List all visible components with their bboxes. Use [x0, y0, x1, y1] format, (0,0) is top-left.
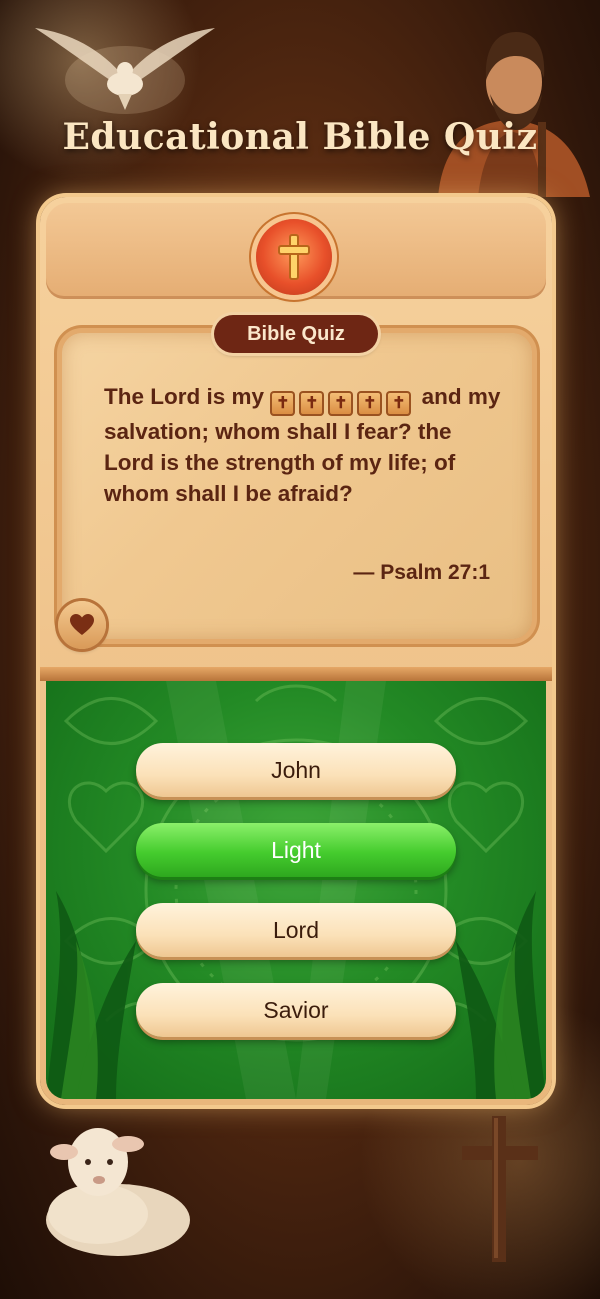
quiz-badge: Bible Quiz [214, 315, 378, 353]
panel-divider [40, 667, 552, 681]
verse-text-start: The Lord is my [104, 384, 265, 409]
quiz-card: Bible Quiz The Lord is my ✝ ✝ ✝ ✝ ✝ and my s… [40, 197, 552, 1105]
apostle-figure-illustration [438, 32, 590, 197]
answer-button-john[interactable]: John [136, 743, 456, 797]
wooden-cross-illustration [462, 1116, 538, 1262]
cross-icon [278, 234, 310, 280]
answer-button-light[interactable]: Light [136, 823, 456, 877]
verse-reference: — Psalm 27:1 [353, 561, 490, 584]
blank-letter-tile: ✝ [270, 391, 296, 416]
blank-letter-tile: ✝ [357, 391, 383, 416]
dove-illustration [35, 28, 215, 114]
verse-text: The Lord is my ✝ ✝ ✝ ✝ ✝ and my salvation; w… [104, 381, 504, 509]
blank-letter-tile: ✝ [386, 391, 412, 416]
blank-letter-tile: ✝ [299, 391, 325, 416]
app-title: Educational Bible Quiz [62, 116, 538, 159]
lamb-illustration [46, 1128, 190, 1256]
answer-button-savior[interactable]: Savior [136, 983, 456, 1037]
answer-blank: ✝ ✝ ✝ ✝ ✝ [270, 385, 415, 416]
blank-letter-tile: ✝ [328, 391, 354, 416]
heart-icon [70, 614, 94, 635]
cross-emblem [256, 219, 332, 295]
favorite-button[interactable] [58, 601, 106, 649]
answer-button-lord[interactable]: Lord [136, 903, 456, 957]
